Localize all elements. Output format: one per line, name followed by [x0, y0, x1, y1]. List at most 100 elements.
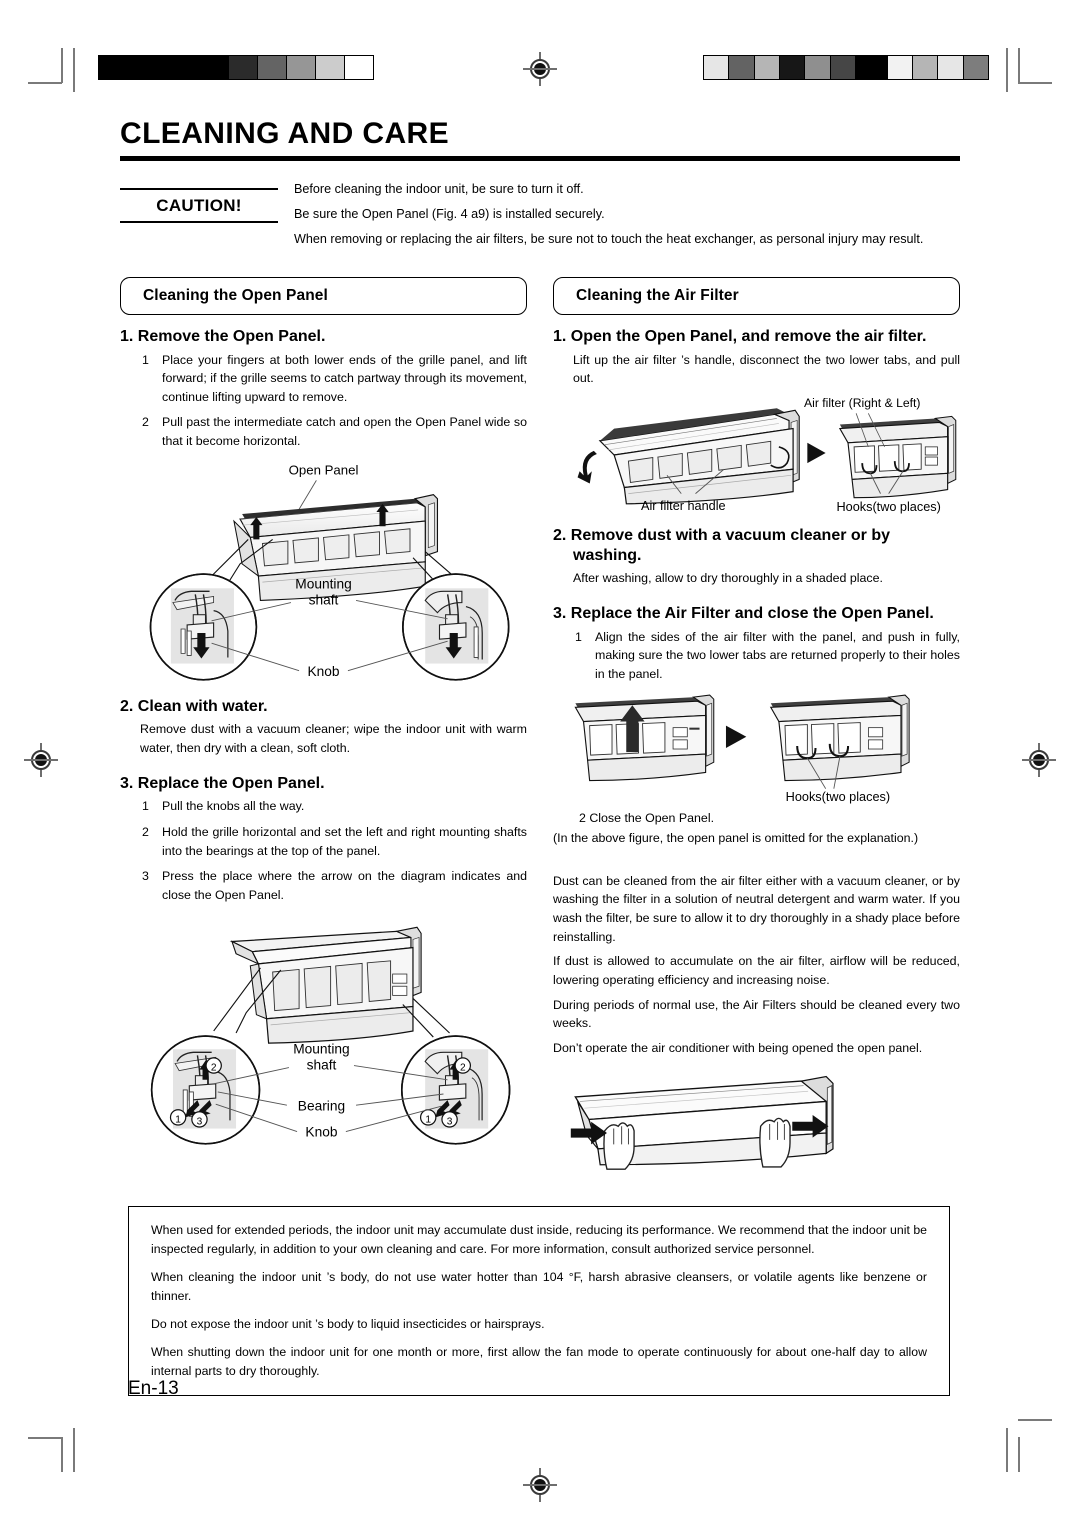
- crop-mark-tl-v: [61, 48, 63, 83]
- label-open-panel: Open Panel: [289, 462, 359, 477]
- substep-item: 1 Place your fingers at both lower ends …: [120, 351, 527, 407]
- air-filter-step3-substeps: 1 Align the sides of the air filter with…: [553, 628, 960, 684]
- figure-replace-air-filter: Hooks(two places): [553, 691, 960, 805]
- two-column-layout: Cleaning the Open Panel 1. Remove the Op…: [120, 276, 960, 1177]
- crop-mark-br-bleed: [1006, 1428, 1008, 1472]
- substep-text: Press the place where the arrow on the d…: [162, 869, 527, 902]
- step-heading-replace-air-filter: 3. Replace the Air Filter and close the …: [553, 604, 934, 622]
- crop-mark-tl-h: [28, 82, 62, 84]
- notice-paragraph-4: When shutting down the indoor unit for o…: [151, 1345, 927, 1379]
- substep-number: 1: [142, 799, 149, 814]
- caution-line-3: When removing or replacing the air filte…: [294, 232, 924, 247]
- arrow-right-icon: [725, 725, 747, 748]
- callout-2: 2: [211, 1063, 217, 1074]
- document-body: CLEANING AND CARE CAUTION! Before cleani…: [120, 118, 960, 1176]
- substep-item: 2 Pull past the intermediate catch and o…: [120, 413, 527, 450]
- substep-item: 2 Hold the grille horizontal and set the…: [120, 823, 527, 860]
- crop-mark-bl-v: [61, 1437, 63, 1472]
- crop-mark-tl-bleed: [73, 48, 75, 92]
- label-knob: Knob: [305, 1125, 337, 1140]
- substep-text: Hold the grille horizontal and set the l…: [162, 825, 527, 858]
- crop-mark-bl-bleed: [73, 1428, 75, 1472]
- notice-paragraph-2: When cleaning the indoor unit ’s body, d…: [151, 1270, 927, 1304]
- step3-substeps: 1 Pull the knobs all the way. 2 Hold the…: [120, 797, 527, 904]
- label-mounting-shaft-line2: shaft: [309, 592, 339, 607]
- registration-mark-right-middle: [1022, 743, 1056, 777]
- registration-mark-left-middle: [24, 743, 58, 777]
- left-column: Cleaning the Open Panel 1. Remove the Op…: [120, 276, 527, 1177]
- callout-1: 1: [175, 1115, 181, 1126]
- section-header-cleaning-open-panel: Cleaning the Open Panel: [120, 276, 527, 315]
- crop-mark-tr-h: [1018, 82, 1052, 84]
- step-heading-replace-open-panel: 3. Replace the Open Panel.: [120, 774, 325, 792]
- substep-number: 3: [142, 869, 149, 884]
- substep-item: 1 Align the sides of the air filter with…: [553, 628, 960, 684]
- label-knob: Knob: [307, 663, 339, 678]
- caution-text: Before cleaning the indoor unit, be sure…: [294, 179, 960, 255]
- figure-replace-open-panel: 2 1 3 2 1 3 Mounting shaft Bearing Knob: [120, 911, 527, 1155]
- caution-line-2: Be sure the Open Panel (Fig. 4 a9) is in…: [294, 206, 605, 221]
- caution-block: CAUTION! Before cleaning the indoor unit…: [120, 179, 960, 255]
- crop-mark-bl-h: [28, 1437, 62, 1439]
- document-page: CLEANING AND CARE CAUTION! Before cleani…: [0, 0, 1080, 1528]
- callout-2: 2: [460, 1063, 466, 1074]
- calibration-bar-left: [98, 55, 374, 80]
- figure-remove-air-filter: Air filter (Right & Left) Air filter han…: [553, 394, 960, 516]
- figure-remove-open-panel: Open Panel Mounting shaft Knob: [120, 458, 527, 687]
- label-mounting-shaft-line1: Mounting: [295, 576, 351, 591]
- step2-body: Remove dust with a vacuum cleaner; wipe …: [140, 722, 527, 755]
- section-header-cleaning-air-filter: Cleaning the Air Filter: [553, 276, 960, 315]
- substep-item: 3 Press the place where the arrow on the…: [120, 867, 527, 904]
- label-hooks-two-places: Hooks(two places): [836, 500, 940, 514]
- caution-line-1: Before cleaning the indoor unit, be sure…: [294, 181, 584, 196]
- crop-mark-tr-v: [1018, 48, 1020, 83]
- page-number: En-13: [128, 1378, 179, 1399]
- label-air-filter-right-left: Air filter (Right & Left): [804, 396, 921, 410]
- air-filter-note-4: Don’t operate the air conditioner with b…: [553, 1040, 923, 1055]
- crop-mark-br-h: [1018, 1419, 1052, 1421]
- substep-text: Align the sides of the air filter with t…: [595, 629, 960, 682]
- crop-mark-br-v: [1018, 1437, 1020, 1472]
- notice-paragraph-3: Do not expose the indoor unit ’s body to…: [151, 1317, 545, 1332]
- figure-close-open-panel: [553, 1063, 960, 1176]
- calibration-bar-right: [703, 55, 989, 80]
- callout-3: 3: [197, 1117, 203, 1128]
- substep-text: Place your fingers at both lower ends of…: [162, 352, 527, 404]
- registration-mark-top-center: [523, 52, 557, 86]
- right-column: Cleaning the Air Filter 1. Open the Open…: [553, 276, 960, 1177]
- arrow-right-icon: [807, 442, 826, 463]
- caution-label: CAUTION!: [120, 187, 278, 223]
- step-heading-open-panel-remove-filter: 1. Open the Open Panel, and remove the a…: [553, 327, 927, 345]
- page-title: CLEANING AND CARE: [120, 117, 450, 150]
- step-heading-remove-open-panel: 1. Remove the Open Panel.: [120, 327, 326, 345]
- label-mounting-shaft-line2: shaft: [307, 1058, 337, 1073]
- label-hooks-two-places: Hooks(two places): [786, 789, 891, 804]
- callout-1: 1: [425, 1115, 431, 1126]
- substep-item: 1 Pull the knobs all the way.: [120, 797, 527, 816]
- substep-number: 1: [575, 629, 582, 644]
- label-bearing: Bearing: [298, 1099, 345, 1114]
- air-filter-step3-item2: 2 Close the Open Panel.: [579, 810, 715, 825]
- air-filter-note-3: During periods of normal use, the Air Fi…: [553, 997, 960, 1031]
- notice-paragraph-1: When used for extended periods, the indo…: [151, 1223, 927, 1257]
- air-filter-note-1: Dust can be cleaned from the air filter …: [553, 873, 960, 944]
- step1-substeps: 1 Place your fingers at both lower ends …: [120, 351, 527, 451]
- step-heading-clean-with-water: 2. Clean with water.: [120, 697, 268, 715]
- substep-text: Pull the knobs all the way.: [162, 799, 305, 814]
- substep-text: Pull past the intermediate catch and ope…: [162, 415, 527, 448]
- label-air-filter-handle: Air filter handle: [641, 499, 726, 513]
- registration-mark-bottom-center: [523, 1468, 557, 1502]
- callout-3: 3: [447, 1117, 453, 1128]
- crop-mark-tr-bleed: [1006, 48, 1008, 92]
- air-filter-note-2: If dust is allowed to accumulate on the …: [553, 954, 960, 987]
- substep-number: 2: [142, 415, 149, 430]
- substep-number: 1: [142, 352, 149, 367]
- air-filter-explanation: (In the above figure, the open panel is …: [553, 831, 919, 846]
- step-heading-remove-dust: 2. Remove dust with a vacuum cleaner or …: [553, 526, 890, 564]
- notice-box: When used for extended periods, the indo…: [128, 1206, 950, 1397]
- label-mounting-shaft-line1: Mounting: [293, 1042, 349, 1057]
- air-filter-step1-body: Lift up the air filter ’s handle, discon…: [573, 352, 960, 386]
- air-filter-step2-body: After washing, allow to dry thoroughly i…: [573, 571, 883, 586]
- title-divider: [120, 155, 960, 161]
- substep-number: 2: [142, 825, 149, 840]
